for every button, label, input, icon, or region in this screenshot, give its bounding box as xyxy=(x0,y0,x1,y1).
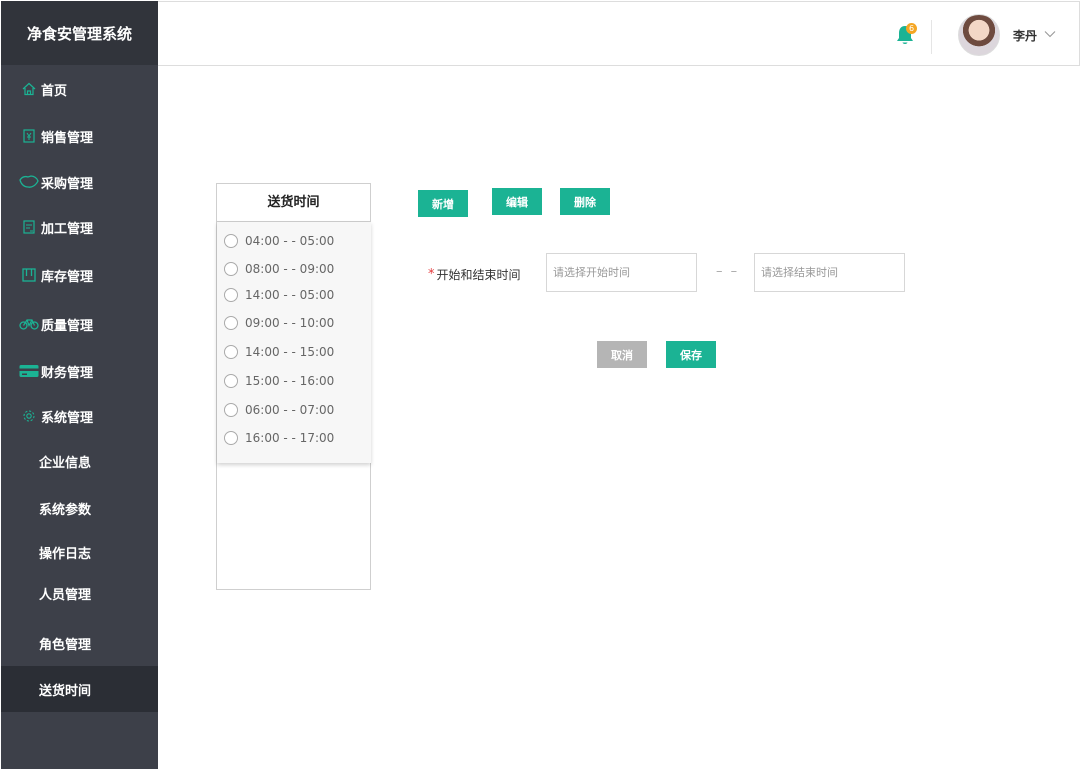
sidebar-subitem-operation-log[interactable]: 操作日志 xyxy=(1,532,158,572)
radio-button[interactable] xyxy=(224,288,238,302)
sidebar-subitem-delivery-time[interactable]: 送货时间 xyxy=(1,666,158,712)
range-separator: – – xyxy=(716,264,740,279)
home-icon xyxy=(18,80,40,98)
header-divider xyxy=(931,20,932,54)
card-icon xyxy=(18,362,40,380)
sidebar-item-home[interactable]: 首页 xyxy=(1,69,158,109)
gear-icon xyxy=(18,407,40,425)
sidebar-item-purchase[interactable]: 采购管理 xyxy=(1,162,158,202)
add-button[interactable]: 新增 xyxy=(418,190,468,217)
app-title: 净食安管理系统 xyxy=(1,1,158,65)
list-title: 送货时间 xyxy=(217,184,370,222)
notification-badge: 6 xyxy=(906,23,917,34)
time-slot-item[interactable]: 15:00 - - 16:00 xyxy=(224,372,334,390)
sidebar-subitem-staff-management[interactable]: 人员管理 xyxy=(1,573,158,613)
end-time-input[interactable] xyxy=(754,253,905,292)
required-mark: * xyxy=(428,267,435,282)
save-button[interactable]: 保存 xyxy=(666,341,716,368)
sidebar-item-label: 首页 xyxy=(41,83,68,99)
time-slot-item[interactable]: 16:00 - - 17:00 xyxy=(224,429,334,447)
purchase-icon xyxy=(18,173,40,191)
sidebar-item-label: 财务管理 xyxy=(41,365,94,381)
time-slot-label: 06:00 - - 07:00 xyxy=(245,403,335,417)
time-slot-label: 04:00 - - 05:00 xyxy=(245,234,335,248)
user-name[interactable]: 李丹 xyxy=(1013,27,1037,44)
start-time-input[interactable] xyxy=(546,253,697,292)
sidebar-subitem-role-management[interactable]: 角色管理 xyxy=(1,623,158,663)
time-slot-item[interactable]: 09:00 - - 10:00 xyxy=(224,314,334,332)
time-slot-label: 14:00 - - 15:00 xyxy=(245,345,335,359)
time-slot-item[interactable]: 08:00 - - 09:00 xyxy=(224,260,334,278)
delete-button[interactable]: 删除 xyxy=(560,188,610,215)
time-slot-label: 16:00 - - 17:00 xyxy=(245,431,335,445)
time-slot-item[interactable]: 14:00 - - 05:00 xyxy=(224,286,334,304)
radio-button[interactable] xyxy=(224,234,238,248)
time-slot-item[interactable]: 14:00 - - 15:00 xyxy=(224,343,334,361)
time-slot-label: 08:00 - - 09:00 xyxy=(245,262,335,276)
time-slot-item[interactable]: 06:00 - - 07:00 xyxy=(224,401,334,419)
time-range-label: * 开始和结束时间 xyxy=(428,266,521,283)
avatar[interactable] xyxy=(958,14,1000,56)
radio-button[interactable] xyxy=(224,262,238,276)
sidebar-item-label: 加工管理 xyxy=(41,221,94,237)
sidebar-item-system[interactable]: 系统管理 xyxy=(1,396,158,436)
radio-button[interactable] xyxy=(224,403,238,417)
inventory-icon xyxy=(18,266,40,284)
time-slot-list: 04:00 - - 05:00 08:00 - - 09:00 14:00 - … xyxy=(217,222,371,463)
top-header: 6 李丹 xyxy=(158,1,1080,66)
sidebar-item-sales[interactable]: 销售管理 xyxy=(1,116,158,156)
sidebar: 净食安管理系统 首页 销售管理 采购管理 加工管理 库存管理 质量管理 财务管理… xyxy=(1,1,158,769)
radio-button[interactable] xyxy=(224,345,238,359)
edit-button[interactable]: 编辑 xyxy=(492,188,542,215)
sidebar-item-label: 质量管理 xyxy=(41,318,94,334)
time-slot-label: 09:00 - - 10:00 xyxy=(245,316,335,330)
chevron-down-icon[interactable] xyxy=(1044,29,1056,39)
radio-button[interactable] xyxy=(224,431,238,445)
sidebar-subitem-company-info[interactable]: 企业信息 xyxy=(1,441,158,481)
radio-button[interactable] xyxy=(224,374,238,388)
sidebar-item-inventory[interactable]: 库存管理 xyxy=(1,255,158,295)
sidebar-item-label: 系统管理 xyxy=(41,410,94,426)
process-icon xyxy=(18,218,40,236)
cancel-button[interactable]: 取消 xyxy=(597,341,647,368)
time-slot-label: 14:00 - - 05:00 xyxy=(245,288,335,302)
bike-icon xyxy=(18,315,40,333)
sidebar-subitem-system-params[interactable]: 系统参数 xyxy=(1,488,158,528)
time-range-label-text: 开始和结束时间 xyxy=(436,268,521,282)
time-slot-item[interactable]: 04:00 - - 05:00 xyxy=(224,232,334,250)
sidebar-item-label: 销售管理 xyxy=(41,130,94,146)
sidebar-item-quality[interactable]: 质量管理 xyxy=(1,304,158,344)
sidebar-item-label: 库存管理 xyxy=(41,269,94,285)
time-slot-label: 15:00 - - 16:00 xyxy=(245,374,335,388)
delivery-time-list-panel: 送货时间 04:00 - - 05:00 08:00 - - 09:00 14:… xyxy=(216,183,371,590)
sidebar-item-processing[interactable]: 加工管理 xyxy=(1,207,158,247)
sidebar-item-label: 采购管理 xyxy=(41,176,94,192)
sidebar-item-finance[interactable]: 财务管理 xyxy=(1,351,158,391)
radio-button[interactable] xyxy=(224,316,238,330)
sales-icon xyxy=(18,127,40,145)
